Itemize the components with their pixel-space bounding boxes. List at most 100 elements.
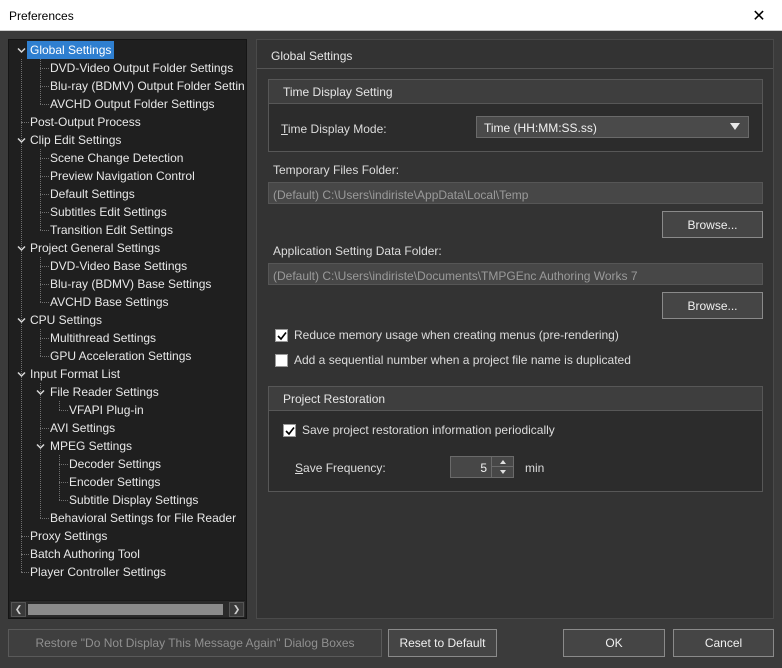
tree-item[interactable]: Input Format List	[9, 365, 246, 383]
reduce-memory-checkbox[interactable]	[275, 329, 288, 342]
chevron-down-icon[interactable]	[15, 239, 27, 257]
panel-divider	[257, 68, 773, 69]
project-restoration-group: Project Restoration Save project restora…	[268, 386, 763, 492]
tree-item-label: VFAPI Plug-in	[69, 403, 144, 417]
tree-item[interactable]: AVCHD Output Folder Settings	[9, 95, 246, 113]
tree-item-label: Decoder Settings	[69, 457, 162, 471]
window-title: Preferences	[9, 9, 74, 23]
tree-horizontal-scrollbar[interactable]: ❮ ❯	[10, 600, 245, 617]
chevron-down-icon[interactable]	[15, 365, 27, 383]
tree-item[interactable]: File Reader Settings	[9, 383, 246, 401]
reduce-memory-label[interactable]: Reduce memory usage when creating menus …	[294, 328, 619, 342]
chevron-down-icon[interactable]	[15, 131, 27, 149]
restore-dialogs-button[interactable]: Restore "Do Not Display This Message Aga…	[8, 629, 382, 657]
time-display-mode-label: Time Display Mode:	[281, 122, 387, 136]
stepper-buttons	[491, 457, 513, 477]
tree-item[interactable]: Blu-ray (BDMV) Output Folder Settin	[9, 77, 246, 95]
time-display-header: Time Display Setting	[269, 80, 762, 104]
dialog-client: Global Settings DVD-Video Output Folder S…	[0, 31, 782, 668]
tree-item-label: GPU Acceleration Settings	[50, 349, 192, 363]
tree-item-label: File Reader Settings	[50, 385, 159, 399]
tree-item[interactable]: Multithread Settings	[9, 329, 246, 347]
tree-item-label: Clip Edit Settings	[30, 133, 122, 147]
tree-item[interactable]: AVCHD Base Settings	[9, 293, 246, 311]
tree-item-label: AVI Settings	[50, 421, 116, 435]
tree-item[interactable]: VFAPI Plug-in	[9, 401, 246, 419]
scroll-thumb[interactable]	[28, 604, 223, 615]
tree-item-label: Proxy Settings	[30, 529, 108, 543]
tree-item[interactable]: CPU Settings	[9, 311, 246, 329]
tree-item-label: Blu-ray (BDMV) Base Settings	[50, 277, 212, 291]
tree-item[interactable]: Blu-ray (BDMV) Base Settings	[9, 275, 246, 293]
app-folder-label: Application Setting Data Folder:	[273, 244, 442, 258]
tree-item[interactable]: Global Settings	[9, 41, 246, 59]
sequential-number-checkbox[interactable]	[275, 354, 288, 367]
tree-item[interactable]: Post-Output Process	[9, 113, 246, 131]
tree-item-label: Subtitles Edit Settings	[50, 205, 167, 219]
scroll-left-icon[interactable]: ❮	[11, 602, 26, 617]
save-frequency-label: Save Frequency:	[295, 461, 386, 475]
scroll-right-icon[interactable]: ❯	[229, 602, 244, 617]
tree-item-label: Project General Settings	[30, 241, 161, 255]
stepper-down-icon[interactable]	[492, 467, 513, 477]
tree-item[interactable]: Subtitle Display Settings	[9, 491, 246, 509]
tree-item-label: DVD-Video Output Folder Settings	[50, 61, 234, 75]
tree-item[interactable]: Default Settings	[9, 185, 246, 203]
checkmark-icon	[285, 427, 295, 436]
settings-tree[interactable]: Global Settings DVD-Video Output Folder S…	[8, 39, 247, 619]
tree-item-label: Batch Authoring Tool	[30, 547, 140, 561]
tree-item-label: Global Settings	[27, 41, 115, 59]
save-periodically-label[interactable]: Save project restoration information per…	[302, 423, 555, 437]
chevron-down-icon[interactable]	[15, 41, 27, 59]
tree-item-label: DVD-Video Base Settings	[50, 259, 188, 273]
tree-item-label: Post-Output Process	[30, 115, 141, 129]
tree-item[interactable]: Batch Authoring Tool	[9, 545, 246, 563]
app-folder-browse-button[interactable]: Browse...	[662, 292, 763, 319]
save-frequency-stepper[interactable]: 5	[450, 456, 514, 478]
tree-item[interactable]: Project General Settings	[9, 239, 246, 257]
stepper-up-icon[interactable]	[492, 457, 513, 467]
tree-item[interactable]: Proxy Settings	[9, 527, 246, 545]
time-display-mode-value: Time (HH:MM:SS.ss)	[484, 121, 597, 135]
tree-item[interactable]: Clip Edit Settings	[9, 131, 246, 149]
tree-item[interactable]: Encoder Settings	[9, 473, 246, 491]
app-folder-field[interactable]: (Default) C:\Users\indiriste\Documents\T…	[268, 263, 763, 285]
tree-item[interactable]: Transition Edit Settings	[9, 221, 246, 239]
tree-item[interactable]: Preview Navigation Control	[9, 167, 246, 185]
project-restoration-header: Project Restoration	[269, 387, 762, 411]
temp-folder-field[interactable]: (Default) C:\Users\indiriste\AppData\Loc…	[268, 182, 763, 204]
tree-item[interactable]: Subtitles Edit Settings	[9, 203, 246, 221]
save-periodically-checkbox[interactable]	[283, 424, 296, 437]
time-display-mode-select[interactable]: Time (HH:MM:SS.ss)	[476, 116, 749, 138]
tree-item-label: Subtitle Display Settings	[69, 493, 199, 507]
tree-item[interactable]: DVD-Video Output Folder Settings	[9, 59, 246, 77]
tree-item-label: Scene Change Detection	[50, 151, 184, 165]
temp-folder-browse-button[interactable]: Browse...	[662, 211, 763, 238]
sequential-number-label[interactable]: Add a sequential number when a project f…	[294, 353, 631, 367]
chevron-down-icon[interactable]	[15, 311, 27, 329]
tree-item[interactable]: AVI Settings	[9, 419, 246, 437]
tree-item-label: Behavioral Settings for File Reader	[50, 511, 237, 525]
ok-button[interactable]: OK	[563, 629, 665, 657]
checkmark-icon	[277, 332, 287, 341]
tree-item-label: Blu-ray (BDMV) Output Folder Settin	[50, 79, 245, 93]
save-frequency-value: 5	[480, 461, 487, 475]
tree-item-label: Input Format List	[30, 367, 121, 381]
close-icon[interactable]: ✕	[736, 0, 782, 31]
tree-item[interactable]: Player Controller Settings	[9, 563, 246, 581]
tree-item[interactable]: DVD-Video Base Settings	[9, 257, 246, 275]
tree-item-label: Player Controller Settings	[30, 565, 167, 579]
tree-item[interactable]: Decoder Settings	[9, 455, 246, 473]
tree-item[interactable]: Scene Change Detection	[9, 149, 246, 167]
tree-rows: Global Settings DVD-Video Output Folder S…	[9, 40, 246, 600]
chevron-down-icon[interactable]	[34, 383, 46, 401]
tree-item[interactable]: MPEG Settings	[9, 437, 246, 455]
reset-to-default-button[interactable]: Reset to Default	[388, 629, 497, 657]
tree-item[interactable]: Behavioral Settings for File Reader	[9, 509, 246, 527]
tree-item-label: Transition Edit Settings	[50, 223, 173, 237]
tree-item[interactable]: GPU Acceleration Settings	[9, 347, 246, 365]
temp-folder-label: Temporary Files Folder:	[273, 163, 400, 177]
chevron-down-icon[interactable]	[34, 437, 46, 455]
chevron-down-icon	[730, 123, 740, 130]
cancel-button[interactable]: Cancel	[673, 629, 774, 657]
